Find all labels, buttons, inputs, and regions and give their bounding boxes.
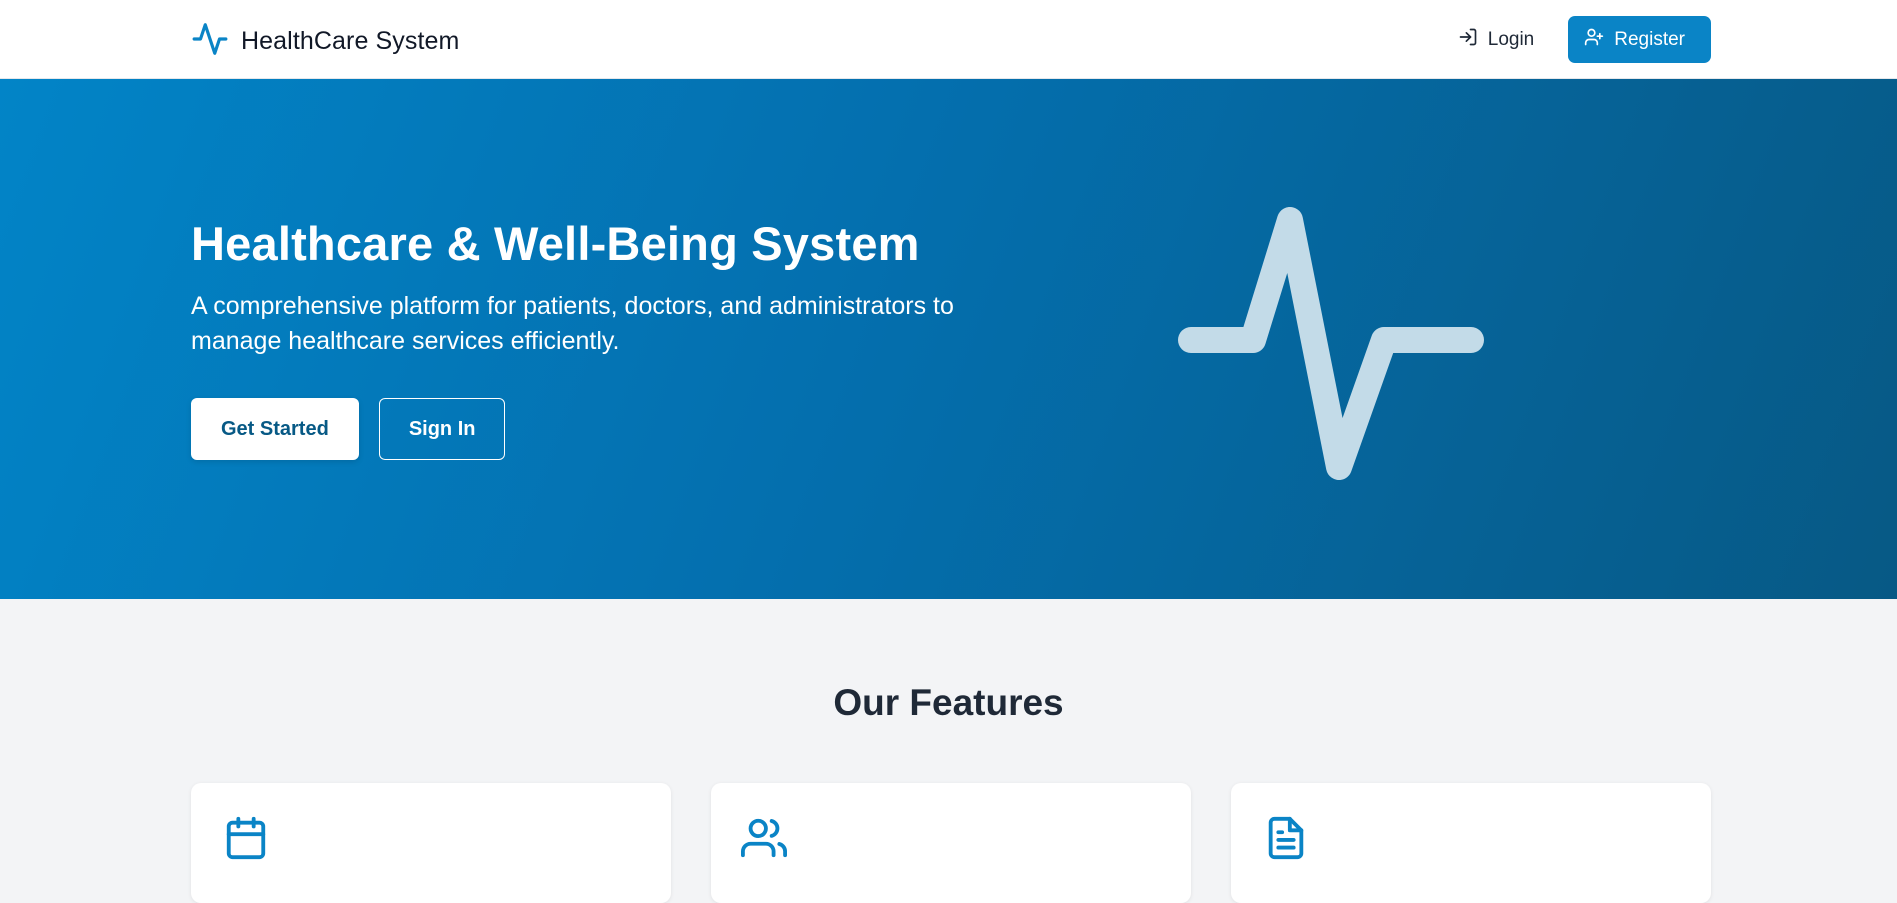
activity-pulse-icon (191, 20, 229, 63)
feature-card-records (1231, 783, 1711, 903)
features-title: Our Features (833, 682, 1064, 723)
hero-title: Healthcare & Well-Being System (191, 217, 920, 270)
brand-logo-link[interactable]: HealthCare System (191, 20, 459, 63)
get-started-button[interactable]: Get Started (191, 398, 359, 460)
hero-section: Healthcare & Well-Being System A compreh… (0, 79, 1897, 599)
nav-actions: Login Register (1458, 16, 1711, 63)
feature-card-appointments (191, 783, 671, 903)
login-label: Login (1487, 28, 1535, 50)
hero-subtitle: A comprehensive platform for patients, d… (191, 292, 954, 355)
features-section: Our Features (0, 599, 1897, 903)
log-in-icon (1458, 27, 1478, 53)
top-navbar: HealthCare System Login Register (0, 0, 1897, 79)
register-button[interactable]: Register (1568, 16, 1711, 63)
users-icon (741, 815, 787, 861)
file-text-icon (1263, 815, 1309, 861)
user-plus-icon (1584, 27, 1604, 53)
activity-pulse-icon (1178, 201, 1484, 487)
feature-card-users (711, 783, 1191, 903)
brand-name: HealthCare System (241, 27, 460, 55)
login-button[interactable]: Login (1458, 27, 1535, 53)
sign-in-button[interactable]: Sign In (378, 398, 506, 460)
hero-buttons: Get Started Sign In (191, 398, 506, 460)
register-label: Register (1614, 28, 1685, 50)
calendar-icon (223, 815, 269, 861)
